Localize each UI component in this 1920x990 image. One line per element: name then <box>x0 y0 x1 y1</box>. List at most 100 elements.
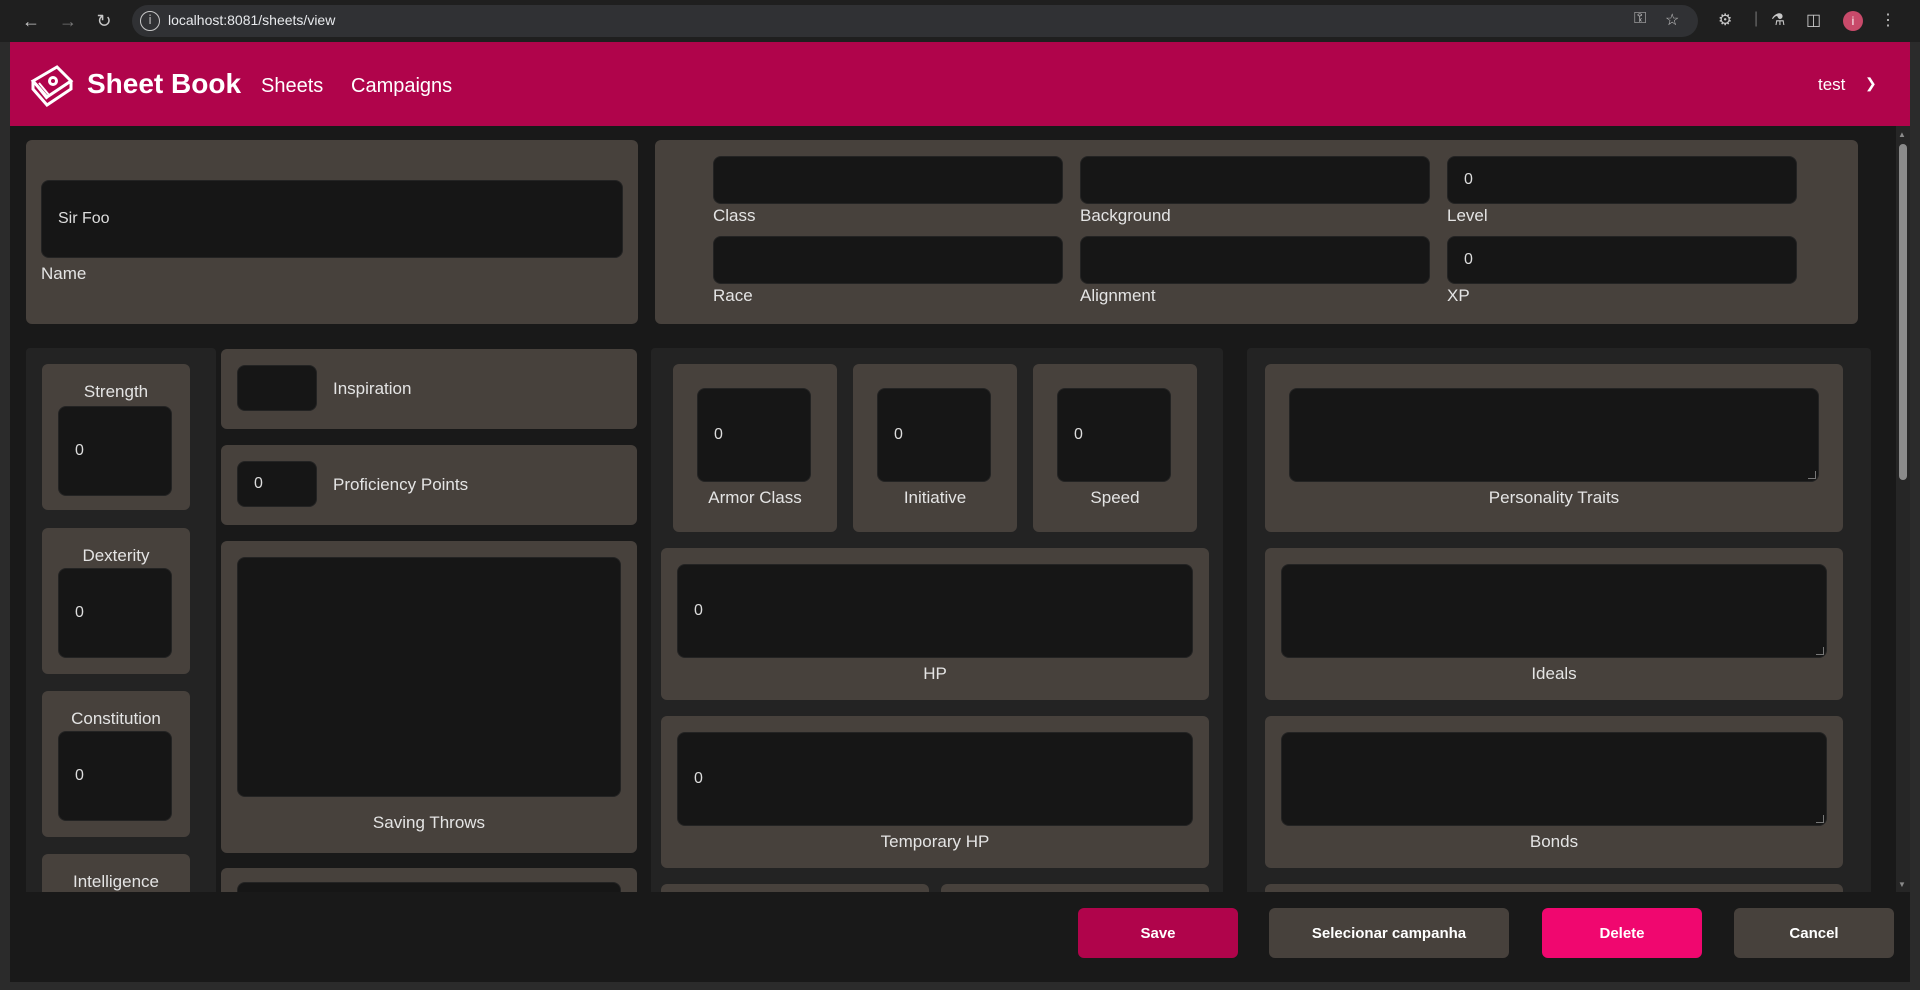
inspiration-label: Inspiration <box>333 379 412 398</box>
ability-input[interactable]: 0 <box>58 568 172 658</box>
reload-icon[interactable]: ↻ <box>93 10 115 32</box>
ideals-card: Ideals <box>1265 548 1843 700</box>
name-label: Name <box>41 264 87 283</box>
ability-label: Constitution <box>71 709 161 728</box>
personality-card: Personality Traits <box>1265 364 1843 532</box>
ideals-textarea[interactable] <box>1281 564 1827 658</box>
hp-card: 0 HP <box>661 548 1209 700</box>
temp-hp-label: Temporary HP <box>880 832 990 851</box>
skills-card <box>221 868 637 892</box>
resize-handle[interactable] <box>1816 647 1824 655</box>
nav-campaigns[interactable]: Campaigns <box>351 75 452 98</box>
ability-dexterity: Dexterity 0 <box>42 528 190 674</box>
bookmark-star-icon[interactable]: ☆ <box>1665 10 1679 30</box>
proficiency-input[interactable]: 0 <box>237 461 317 507</box>
proficiency-label: Proficiency Points <box>333 475 469 494</box>
initiative-card: 0 Initiative <box>853 364 1017 532</box>
temp-hp-card: 0 Temporary HP <box>661 716 1209 868</box>
bonds-label: Bonds <box>1529 832 1579 851</box>
resize-handle[interactable] <box>1816 815 1824 823</box>
background-label: Background <box>1080 206 1171 225</box>
death-saves-card <box>941 884 1209 892</box>
abilities-panel: Strength 0 Dexterity 0 Constitution 0 In… <box>26 348 216 892</box>
hp-input[interactable]: 0 <box>677 564 1193 658</box>
personality-textarea[interactable] <box>1289 388 1819 482</box>
race-label: Race <box>713 286 753 305</box>
saving-throws-textarea[interactable] <box>237 557 621 797</box>
class-input[interactable] <box>713 156 1063 204</box>
ability-label: Strength <box>83 382 149 401</box>
speed-label: Speed <box>1090 488 1140 507</box>
extensions-icon[interactable]: ⚙ <box>1718 10 1732 30</box>
level-input[interactable]: 0 <box>1447 156 1797 204</box>
app-header: Sheet Book Sheets Campaigns test ❯ <box>10 42 1910 126</box>
scroll-down-icon[interactable]: ▼ <box>1898 880 1906 889</box>
background-input[interactable] <box>1080 156 1430 204</box>
side-panel-icon[interactable]: ◫ <box>1806 10 1821 30</box>
flaws-card <box>1265 884 1843 892</box>
identity-card: Class Background 0 Level Race Alignment … <box>655 140 1858 324</box>
save-button[interactable]: Save <box>1078 908 1238 958</box>
race-input[interactable] <box>713 236 1063 284</box>
sheet-content[interactable]: Sir Foo Name Class Background 0 Level Ra… <box>10 126 1896 892</box>
menu-kebab-icon[interactable]: ⋮ <box>1880 10 1896 30</box>
proficiency-card: 0 Proficiency Points <box>221 445 637 525</box>
back-icon[interactable]: ← <box>20 10 42 32</box>
cancel-button[interactable]: Cancel <box>1734 908 1894 958</box>
ability-constitution: Constitution 0 <box>42 691 190 837</box>
browser-toolbar: ← → ↻ i localhost:8081/sheets/view ⚿ ☆ ⚙… <box>0 0 1920 42</box>
address-bar[interactable]: i localhost:8081/sheets/view ⚿ ☆ <box>132 5 1698 37</box>
brand-title[interactable]: Sheet Book <box>87 68 241 100</box>
level-label: Level <box>1447 206 1488 225</box>
xp-label: XP <box>1447 286 1470 305</box>
class-label: Class <box>713 206 756 225</box>
hit-dice-card <box>661 884 929 892</box>
hp-label: HP <box>923 664 947 683</box>
book-logo-icon[interactable] <box>27 61 75 107</box>
name-input[interactable]: Sir Foo <box>41 180 623 258</box>
bonds-card: Bonds <box>1265 716 1843 868</box>
inspiration-card: Inspiration <box>221 349 637 429</box>
speed-card: 0 Speed <box>1033 364 1197 532</box>
bonds-textarea[interactable] <box>1281 732 1827 826</box>
chevron-down-icon[interactable]: ❯ <box>1865 75 1877 92</box>
xp-input[interactable]: 0 <box>1447 236 1797 284</box>
combat-panel: 0 Armor Class 0 Initiative 0 Speed 0 HP … <box>651 348 1223 892</box>
ability-strength: Strength 0 <box>42 364 190 510</box>
name-card: Sir Foo Name <box>26 140 638 324</box>
content-scrollbar[interactable]: ▲ ▼ <box>1896 126 1910 892</box>
alignment-input[interactable] <box>1080 236 1430 284</box>
forward-icon[interactable]: → <box>57 10 79 32</box>
ability-intelligence: Intelligence <box>42 854 190 892</box>
skills-textarea[interactable] <box>237 882 621 892</box>
speed-input[interactable]: 0 <box>1057 388 1171 482</box>
inspiration-input[interactable] <box>237 365 317 411</box>
scroll-up-icon[interactable]: ▲ <box>1898 130 1906 139</box>
delete-button[interactable]: Delete <box>1542 908 1702 958</box>
ideals-label: Ideals <box>1531 664 1577 683</box>
key-icon[interactable]: ⚿ <box>1634 10 1646 28</box>
select-campaign-button[interactable]: Selecionar campanha <box>1269 908 1509 958</box>
labs-flask-icon[interactable]: ⚗ <box>1771 10 1785 30</box>
saving-throws-card: Saving Throws <box>221 541 637 853</box>
saving-throws-label: Saving Throws <box>372 813 486 832</box>
ability-label: Intelligence <box>72 872 159 891</box>
scroll-thumb[interactable] <box>1899 144 1907 480</box>
ability-input[interactable]: 0 <box>58 406 172 496</box>
traits-panel: Personality Traits Ideals Bonds <box>1247 348 1871 892</box>
initiative-label: Initiative <box>903 488 967 507</box>
armor-class-input[interactable]: 0 <box>697 388 811 482</box>
user-menu[interactable]: test <box>1818 75 1845 95</box>
resize-handle[interactable] <box>1808 471 1816 479</box>
personality-label: Personality Traits <box>1488 488 1620 507</box>
divider: | <box>1754 10 1759 27</box>
alignment-label: Alignment <box>1080 286 1156 305</box>
ability-input[interactable]: 0 <box>58 731 172 821</box>
armor-class-card: 0 Armor Class <box>673 364 837 532</box>
app-window: Sheet Book Sheets Campaigns test ❯ Sir F… <box>10 42 1910 982</box>
temp-hp-input[interactable]: 0 <box>677 732 1193 826</box>
nav-sheets[interactable]: Sheets <box>261 75 323 98</box>
profile-avatar[interactable]: i <box>1843 11 1863 31</box>
site-info-icon[interactable]: i <box>140 11 160 31</box>
initiative-input[interactable]: 0 <box>877 388 991 482</box>
